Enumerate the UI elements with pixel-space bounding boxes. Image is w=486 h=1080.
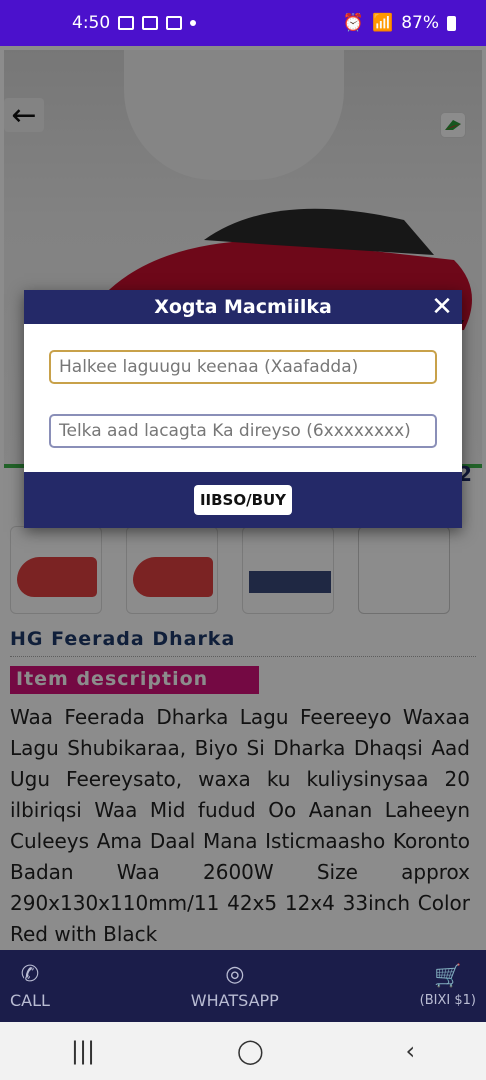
- customer-info-dialog: Xogta Macmiilka ✕ Halkee laguugu keenaa …: [24, 290, 462, 528]
- wifi-icon: 📶: [372, 13, 394, 33]
- back-icon[interactable]: ‹: [406, 1037, 416, 1065]
- cart-label: (BIXI $1): [419, 993, 476, 1008]
- recent-apps-icon[interactable]: |||: [71, 1037, 95, 1065]
- call-button[interactable]: ✆ CALL: [10, 962, 50, 1010]
- notification-dot-icon: [190, 20, 197, 26]
- whatsapp-button[interactable]: ◎ WHATSAPP: [191, 962, 279, 1010]
- dialog-title: Xogta Macmiilka: [154, 296, 332, 318]
- address-field[interactable]: Halkee laguugu keenaa (Xaafadda): [49, 350, 437, 384]
- home-icon[interactable]: ◯: [237, 1037, 264, 1065]
- close-icon[interactable]: ✕: [428, 290, 456, 324]
- battery-icon: [447, 15, 456, 31]
- status-time: 4:50: [72, 13, 111, 33]
- dialog-header: Xogta Macmiilka ✕: [24, 290, 462, 324]
- gallery-icon: [118, 16, 135, 30]
- laptop-icon: [142, 16, 159, 30]
- status-bar: 4:50 ⏰ 📶 87%: [0, 0, 486, 46]
- linkedin-icon: [166, 16, 183, 30]
- whatsapp-label: WHATSAPP: [190, 991, 279, 1010]
- call-label: CALL: [10, 991, 50, 1010]
- alarm-icon: ⏰: [342, 13, 365, 33]
- dialog-body: Halkee laguugu keenaa (Xaafadda) Telka a…: [24, 324, 462, 472]
- whatsapp-icon: ◎: [225, 962, 245, 987]
- cart-button[interactable]: 🛒 (BIXI $1): [420, 964, 476, 1008]
- phone-icon: ✆: [20, 962, 40, 987]
- system-nav-bar: ||| ◯ ‹: [0, 1022, 486, 1080]
- battery-percent: 87%: [401, 13, 439, 33]
- cart-icon: 🛒: [434, 964, 462, 989]
- phone-field[interactable]: Telka aad lacagta Ka direyso (6xxxxxxxx): [49, 414, 437, 448]
- buy-button[interactable]: IIBSO/BUY: [193, 485, 293, 515]
- dialog-footer: IIBSO/BUY: [24, 472, 462, 528]
- bottom-nav: ✆ CALL ◎ WHATSAPP 🛒 (BIXI $1): [0, 950, 486, 1022]
